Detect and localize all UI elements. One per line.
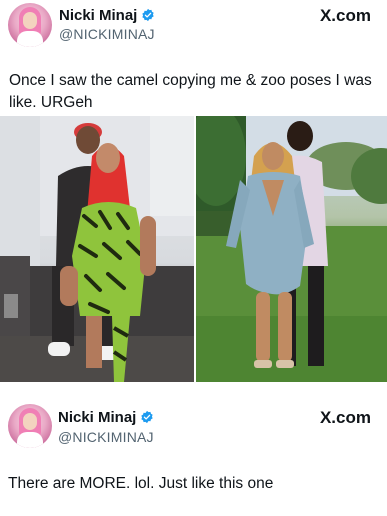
tweet-photo-right[interactable] (196, 116, 387, 382)
author-handle[interactable]: @NICKIMINAJ (59, 26, 155, 42)
author-name-row[interactable]: Nicki Minaj (59, 7, 155, 24)
source-label: X.com (319, 408, 371, 427)
author-name[interactable]: Nicki Minaj (59, 7, 137, 24)
tweet-text: Once I saw the camel copying me & zoo po… (9, 72, 372, 111)
source-label: X.com (319, 6, 371, 25)
author-avatar[interactable] (8, 3, 52, 47)
author-name[interactable]: Nicki Minaj (58, 409, 136, 426)
verified-badge-icon (141, 410, 154, 424)
photo-left-scene (0, 116, 194, 382)
author-name-row[interactable]: Nicki Minaj (58, 409, 154, 426)
author-handle[interactable]: @NICKIMINAJ (58, 429, 154, 445)
tweet-media-grid[interactable] (0, 116, 387, 382)
author-avatar[interactable] (8, 404, 52, 448)
tweet-text: There are MORE. lol. Just like this one (8, 475, 274, 492)
photo-right-scene (196, 116, 387, 382)
tweet-card: Nicki Minaj @NICKIMINAJ X.com Once I saw… (0, 0, 387, 116)
tweet-photo-left[interactable] (0, 116, 194, 382)
verified-badge-icon (142, 8, 155, 22)
tweet-card: Nicki Minaj @NICKIMINAJ X.com There are … (0, 382, 387, 516)
